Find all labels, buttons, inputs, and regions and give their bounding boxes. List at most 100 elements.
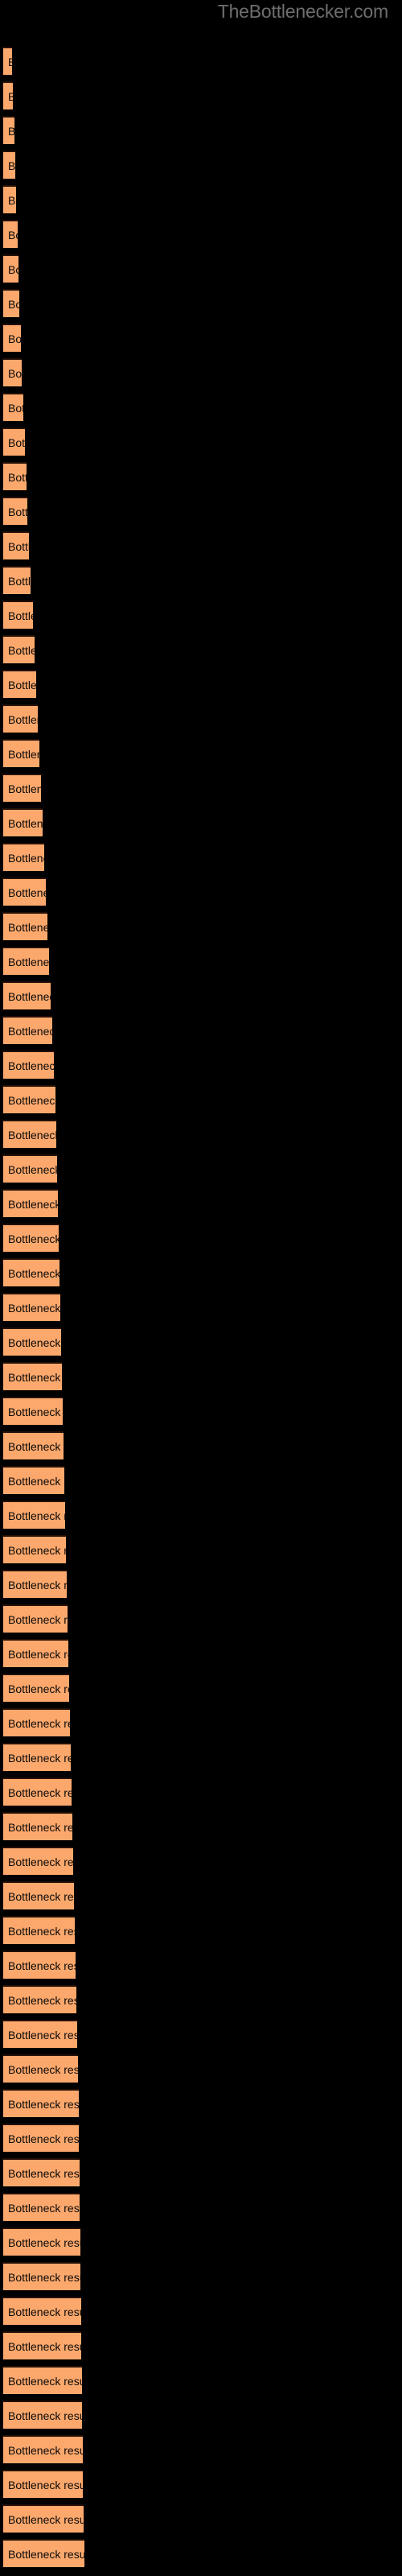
- bar[interactable]: Bottleneck result: [2, 566, 31, 594]
- bar-clip: Bottleneck result: [2, 47, 12, 75]
- bar-row: Bottleneck result: [0, 1016, 402, 1044]
- bar-label: Bottleneck result: [8, 1889, 74, 1903]
- bar[interactable]: Bottleneck result: [2, 877, 46, 906]
- bar[interactable]: Bottleneck result: [2, 2262, 80, 2290]
- bar[interactable]: Bottleneck result: [2, 1224, 59, 1252]
- bar[interactable]: Bottleneck result: [2, 1120, 56, 1148]
- bar[interactable]: Bottleneck result: [2, 635, 35, 663]
- bar[interactable]: Bottleneck result: [2, 2401, 82, 2429]
- bar[interactable]: Bottleneck result: [2, 1674, 69, 1702]
- bar-label: Bottleneck result: [8, 2235, 80, 2249]
- bar-clip: Bottleneck result: [2, 1916, 75, 1944]
- bar[interactable]: Bottleneck result: [2, 1535, 66, 1563]
- bar[interactable]: Bottleneck result: [2, 947, 49, 975]
- bar-clip: Bottleneck result: [2, 774, 41, 802]
- bar[interactable]: Bottleneck result: [2, 1916, 75, 1944]
- bar-label: Bottleneck result: [8, 332, 21, 345]
- bar-label: Bottleneck result: [8, 228, 18, 242]
- bar-row: Bottleneck result: [0, 2158, 402, 2186]
- bar[interactable]: Bottleneck result: [2, 2054, 78, 2083]
- bar[interactable]: Bottleneck result: [2, 116, 14, 144]
- bar[interactable]: Bottleneck result: [2, 2539, 84, 2567]
- bar-clip: Bottleneck result: [2, 2089, 79, 2117]
- bar[interactable]: Bottleneck result: [2, 1258, 59, 1286]
- bar[interactable]: Bottleneck result: [2, 981, 51, 1009]
- bar-row: Bottleneck result: [0, 2470, 402, 2498]
- bar[interactable]: Bottleneck result: [2, 808, 43, 836]
- bar[interactable]: Bottleneck result: [2, 843, 44, 871]
- bar-row: Bottleneck result: [0, 670, 402, 698]
- bar[interactable]: Bottleneck result: [2, 497, 27, 525]
- bar-row: Bottleneck result: [0, 1881, 402, 1909]
- bar[interactable]: Bottleneck result: [2, 2158, 80, 2186]
- bar[interactable]: Bottleneck result: [2, 2331, 81, 2359]
- bar[interactable]: Bottleneck result: [2, 324, 21, 352]
- bar[interactable]: Bottleneck result: [2, 739, 39, 767]
- bar[interactable]: Bottleneck result: [2, 2470, 83, 2498]
- bar[interactable]: Bottleneck result: [2, 1951, 76, 1979]
- bar[interactable]: Bottleneck result: [2, 601, 33, 629]
- bar[interactable]: Bottleneck result: [2, 1016, 52, 1044]
- bar[interactable]: Bottleneck result: [2, 1362, 62, 1390]
- bar[interactable]: Bottleneck result: [2, 670, 36, 698]
- bar[interactable]: Bottleneck result: [2, 1431, 64, 1459]
- bar[interactable]: Bottleneck result: [2, 2020, 77, 2048]
- bar[interactable]: Bottleneck result: [2, 774, 41, 802]
- bar[interactable]: Bottleneck result: [2, 2089, 79, 2117]
- bar[interactable]: Bottleneck result: [2, 1812, 72, 1840]
- bar-clip: Bottleneck result: [2, 1120, 56, 1148]
- bar-clip: Bottleneck result: [2, 2435, 83, 2463]
- bar[interactable]: Bottleneck result: [2, 1051, 54, 1079]
- bar-row: Bottleneck result: [0, 531, 402, 559]
- bar[interactable]: Bottleneck result: [2, 462, 27, 490]
- bar[interactable]: Bottleneck result: [2, 47, 12, 75]
- bar-row: Bottleneck result: [0, 601, 402, 629]
- bar[interactable]: Bottleneck result: [2, 1708, 70, 1736]
- bar[interactable]: Bottleneck result: [2, 2366, 82, 2394]
- bar[interactable]: Bottleneck result: [2, 185, 16, 213]
- bar-clip: Bottleneck result: [2, 1293, 60, 1321]
- bar[interactable]: Bottleneck result: [2, 427, 25, 456]
- bar-clip: Bottleneck result: [2, 635, 35, 663]
- bar-row: Bottleneck result: [0, 1189, 402, 1217]
- bar[interactable]: Bottleneck result: [2, 2193, 80, 2221]
- bar[interactable]: Bottleneck result: [2, 1777, 72, 1806]
- bar[interactable]: Bottleneck result: [2, 1639, 68, 1667]
- bar[interactable]: Bottleneck result: [2, 1985, 76, 2013]
- bar[interactable]: Bottleneck result: [2, 393, 23, 421]
- bar[interactable]: Bottleneck result: [2, 2504, 84, 2533]
- bar[interactable]: Bottleneck result: [2, 1743, 71, 1771]
- bar[interactable]: Bottleneck result: [2, 2124, 79, 2152]
- bar-label: Bottleneck result: [8, 1820, 72, 1834]
- bar[interactable]: Bottleneck result: [2, 358, 22, 386]
- bar[interactable]: Bottleneck result: [2, 1397, 63, 1425]
- bar[interactable]: Bottleneck result: [2, 1604, 68, 1633]
- bar[interactable]: Bottleneck result: [2, 1189, 58, 1217]
- bar[interactable]: Bottleneck result: [2, 1327, 61, 1356]
- bar[interactable]: Bottleneck result: [2, 2297, 81, 2325]
- bar[interactable]: Bottleneck result: [2, 254, 18, 283]
- bar[interactable]: Bottleneck result: [2, 1466, 64, 1494]
- bar[interactable]: Bottleneck result: [2, 1085, 55, 1113]
- bar[interactable]: Bottleneck result: [2, 1847, 73, 1875]
- bar-row: Bottleneck result: [0, 1431, 402, 1459]
- bar[interactable]: Bottleneck result: [2, 1154, 57, 1183]
- bar[interactable]: Bottleneck result: [2, 1570, 67, 1598]
- bar-label: Bottleneck result: [8, 2028, 77, 2041]
- bar[interactable]: Bottleneck result: [2, 704, 38, 733]
- bar[interactable]: Bottleneck result: [2, 1293, 60, 1321]
- bar[interactable]: Bottleneck result: [2, 1501, 65, 1529]
- bar[interactable]: Bottleneck result: [2, 912, 47, 940]
- bar-row: Bottleneck result: [0, 704, 402, 733]
- bar-row: Bottleneck result: [0, 1951, 402, 1979]
- bar[interactable]: Bottleneck result: [2, 151, 15, 179]
- bar[interactable]: Bottleneck result: [2, 289, 19, 317]
- bar-clip: Bottleneck result: [2, 1154, 57, 1183]
- bar[interactable]: Bottleneck result: [2, 1881, 74, 1909]
- bar-row: Bottleneck result: [0, 2227, 402, 2256]
- bar[interactable]: Bottleneck result: [2, 2435, 83, 2463]
- bar[interactable]: Bottleneck result: [2, 81, 13, 109]
- bar[interactable]: Bottleneck result: [2, 220, 18, 248]
- bar[interactable]: Bottleneck result: [2, 531, 29, 559]
- bar[interactable]: Bottleneck result: [2, 2227, 80, 2256]
